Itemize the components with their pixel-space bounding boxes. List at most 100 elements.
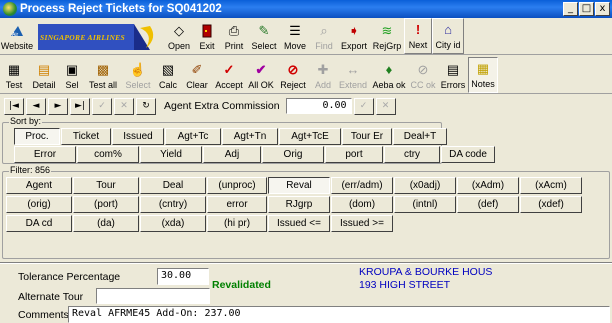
- test-button[interactable]: ▦ Test: [0, 57, 28, 93]
- sort-proc-button[interactable]: Proc.: [14, 128, 60, 145]
- filter-da-cd-button[interactable]: DA cd: [6, 215, 72, 232]
- refresh-icon[interactable]: ↻: [136, 97, 156, 115]
- commission-input[interactable]: 0.00: [285, 98, 352, 114]
- sort-adj-button[interactable]: Adj: [203, 146, 261, 163]
- test-all-button[interactable]: ▩ Test all: [84, 57, 122, 93]
- move-button[interactable]: ☰ Move: [280, 18, 310, 54]
- filter-da-button[interactable]: (da): [73, 215, 139, 232]
- city-id-button[interactable]: ⌂ City id: [432, 18, 464, 54]
- calculator-icon: ▦: [7, 62, 21, 77]
- filter-error-button[interactable]: error: [207, 196, 267, 213]
- print-button[interactable]: ⎙ Print: [220, 18, 248, 54]
- sort-ctry-button[interactable]: ctry: [384, 146, 440, 163]
- filter-def-button[interactable]: (def): [457, 196, 519, 213]
- open-icon: ◇: [174, 23, 184, 38]
- confirm-icon[interactable]: ✓: [92, 97, 112, 115]
- filter-cntry-button[interactable]: (cntry): [140, 196, 206, 213]
- sort-agt-tce-button[interactable]: Agt+TcE: [279, 128, 341, 145]
- sort-issued-button[interactable]: Issued: [112, 128, 164, 145]
- sel-button[interactable]: ▣ Sel: [60, 57, 84, 93]
- sort-com-pct-button[interactable]: com%: [77, 146, 139, 163]
- filter-err-adm-button[interactable]: (err/adm): [331, 177, 393, 194]
- tolerance-input[interactable]: 30.00: [157, 268, 209, 285]
- sort-yield-button[interactable]: Yield: [140, 146, 202, 163]
- sel-icon: ▣: [65, 62, 79, 77]
- filter-deal-button[interactable]: Deal: [140, 177, 206, 194]
- filter-tour-button[interactable]: Tour: [73, 177, 139, 194]
- comments-input[interactable]: Reval AFRME45 Add-On: 237.00: [68, 306, 610, 323]
- alternate-tour-input[interactable]: [96, 288, 210, 304]
- sort-agt-tn-button[interactable]: Agt+Tn: [222, 128, 278, 145]
- add-button[interactable]: ✚ Add: [310, 57, 336, 93]
- filter-xacm-button[interactable]: (xAcm): [520, 177, 582, 194]
- exit-button[interactable]: Exit: [194, 18, 220, 54]
- accept-button[interactable]: ✓ Accept: [212, 57, 246, 93]
- filter-x0adj-button[interactable]: (x0adj): [394, 177, 456, 194]
- filter-rjgrp-button[interactable]: RJgrp: [268, 196, 330, 213]
- reject-button[interactable]: ⊘ Reject: [276, 57, 310, 93]
- notes-button[interactable]: ▦ Notes: [468, 57, 498, 93]
- export-button[interactable]: ➧ Export: [338, 18, 370, 54]
- filter-label: Filter: 856: [9, 165, 52, 175]
- all-ok-icon: ✔: [255, 62, 267, 77]
- maximize-button[interactable]: □: [579, 2, 594, 16]
- filter-xdef-button[interactable]: (xdef): [520, 196, 582, 213]
- select-button[interactable]: ✎ Select: [248, 18, 280, 54]
- next-record-button[interactable]: ►: [48, 97, 68, 115]
- tolerance-label: Tolerance Percentage: [18, 271, 121, 283]
- filter-intnl-button[interactable]: (intnl): [394, 196, 456, 213]
- select-icon: ✎: [258, 23, 270, 38]
- sort-deal-t-button[interactable]: Deal+T: [393, 128, 447, 145]
- last-record-button[interactable]: ►|: [70, 97, 90, 115]
- city-icon: ⌂: [444, 22, 452, 37]
- rejgrp-button[interactable]: ≋ RejGrp: [370, 18, 404, 54]
- sort-ticket-button[interactable]: Ticket: [61, 128, 111, 145]
- errors-icon: ▤: [446, 62, 460, 77]
- cc-ok-button[interactable]: ⊘ CC ok: [408, 57, 438, 93]
- filter-xda-button[interactable]: (xda): [140, 215, 206, 232]
- extend-button[interactable]: ↔ Extend: [336, 57, 370, 93]
- first-record-button[interactable]: |◄: [4, 97, 24, 115]
- main-toolbar: Air Website SINGAPORE AIRLINES ◇ Open Ex…: [0, 18, 612, 55]
- filter-issued-gte-button[interactable]: Issued >=: [331, 215, 393, 232]
- sort-da-code-button[interactable]: DA code: [441, 146, 495, 163]
- close-button[interactable]: x: [595, 2, 610, 16]
- website-button[interactable]: Air Website: [0, 18, 34, 54]
- open-button[interactable]: ◇ Open: [164, 18, 194, 54]
- filter-xadm-button[interactable]: (xAdm): [457, 177, 519, 194]
- clear-button[interactable]: ✐ Clear: [182, 57, 212, 93]
- sort-tour-er-button[interactable]: Tour Er: [342, 128, 392, 145]
- sort-orig-button[interactable]: Orig: [262, 146, 324, 163]
- commission-confirm-icon[interactable]: ✓: [353, 97, 374, 115]
- commission-cancel-icon[interactable]: ✕: [375, 97, 396, 115]
- next-button[interactable]: ! Next: [404, 18, 432, 54]
- calc-button[interactable]: ▧ Calc: [154, 57, 182, 93]
- filter-row-2: (orig) (port) (cntry) error RJgrp (dom) …: [6, 196, 582, 213]
- cancel-icon[interactable]: ✕: [114, 97, 134, 115]
- all-ok-button[interactable]: ✔ All OK: [246, 57, 276, 93]
- cc-ok-icon: ⊘: [417, 62, 429, 77]
- filter-unproc-button[interactable]: (unproc): [207, 177, 267, 194]
- select-hand-button[interactable]: ☝ Select: [122, 57, 154, 93]
- filter-agent-button[interactable]: Agent: [6, 177, 72, 194]
- sort-agt-tc-button[interactable]: Agt+Tc: [165, 128, 221, 145]
- sort-error-button[interactable]: Error: [14, 146, 76, 163]
- prev-record-button[interactable]: ◄: [26, 97, 46, 115]
- find-button[interactable]: ⌕ Find: [310, 18, 338, 54]
- banner-text: SINGAPORE AIRLINES: [40, 33, 125, 42]
- record-nav-bar: |◄ ◄ ► ►| ✓ ✕ ↻ Agent Extra Commission 0…: [0, 96, 612, 116]
- minimize-button[interactable]: _: [563, 2, 578, 16]
- svg-text:Air: Air: [12, 32, 18, 38]
- filter-reval-button[interactable]: Reval: [268, 177, 330, 194]
- filter-row-3: DA cd (da) (xda) (hi pr) Issued <= Issue…: [6, 215, 393, 232]
- sort-port-button[interactable]: port: [325, 146, 383, 163]
- detail-button[interactable]: ▤ Detail: [28, 57, 60, 93]
- errors-button[interactable]: ▤ Errors: [438, 57, 468, 93]
- filter-hi-pr-button[interactable]: (hi pr): [207, 215, 267, 232]
- sort-row-2: Error com% Yield Adj Orig port ctry DA c…: [14, 146, 495, 163]
- filter-orig-button[interactable]: (orig): [6, 196, 72, 213]
- filter-issued-lte-button[interactable]: Issued <=: [268, 215, 330, 232]
- aeba-ok-button[interactable]: ♦ Aeba ok: [370, 57, 408, 93]
- filter-dom-button[interactable]: (dom): [331, 196, 393, 213]
- filter-port-button[interactable]: (port): [73, 196, 139, 213]
